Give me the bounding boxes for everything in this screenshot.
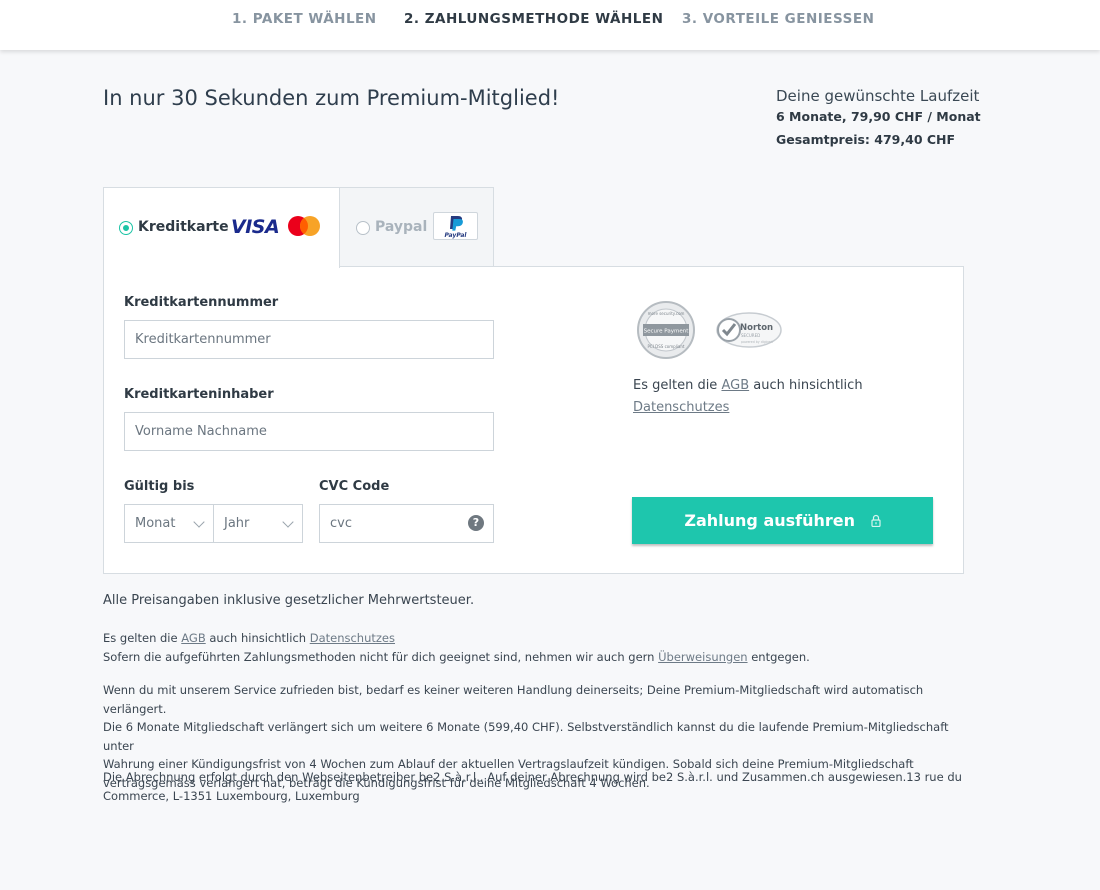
submit-payment-label: Zahlung ausführen <box>684 511 856 530</box>
valid-until-label: Gültig bis <box>124 479 195 494</box>
summary-duration: 6 Monate, 79,90 CHF / Monat <box>776 109 981 124</box>
legal-privacy-link[interactable]: Datenschutzes <box>310 631 395 645</box>
transfer-suffix: entgegen. <box>751 649 810 664</box>
expiry-month-value: Monat <box>135 516 176 531</box>
credit-card-form: Kreditkartennummer Kreditkartennummer Kr… <box>103 266 964 574</box>
paypal-logo-text: PayPal <box>445 232 468 239</box>
chevron-down-icon <box>282 516 294 528</box>
secure-payment-seal-icon: Secure Payment more security.com PCI DSS… <box>637 301 695 359</box>
secure-seal-mid: Secure Payment <box>644 329 690 335</box>
vat-note: Alle Preisangaben inklusive gesetzlicher… <box>103 593 475 608</box>
submit-payment-button[interactable]: Zahlung ausführen <box>632 497 933 544</box>
secure-seal-top: more security.com <box>648 311 685 316</box>
paypal-radio[interactable] <box>356 221 370 235</box>
billing-notice: Die Abrechnung erfolgt durch den Webseit… <box>103 768 973 805</box>
norton-by: powered by digicert <box>741 340 774 344</box>
step-choose-payment: 2. ZAHLUNGSMETHODE WÄHLEN <box>404 11 664 27</box>
norton-secured-icon: Norton SECURED powered by digicert <box>716 312 782 348</box>
paypal-logo: PayPal <box>433 212 478 240</box>
card-holder-label: Kreditkarteninhaber <box>124 387 274 402</box>
agb-notice: Es gelten die AGB auch hinsichtlich Date… <box>633 375 893 419</box>
cvc-placeholder: cvc <box>330 516 352 531</box>
expiry-year-value: Jahr <box>224 516 250 531</box>
card-number-label: Kreditkartennummer <box>124 295 279 310</box>
norton-text: Norton <box>740 323 773 333</box>
tab-credit-card[interactable]: Kreditkarte VISA <box>103 187 340 268</box>
order-summary: Deine gewünschte Laufzeit 6 Monate, 79,9… <box>776 87 1076 147</box>
chevron-down-icon <box>193 516 205 528</box>
agb-notice-prefix: Es gelten die <box>633 378 718 393</box>
billing-line-2: Commerce, L-1351 Luxembourg, Luxemburg <box>103 788 360 803</box>
card-holder-input[interactable]: Vorname Nachname <box>124 412 494 451</box>
cvc-input[interactable]: cvc ? <box>319 504 494 543</box>
legal-agb-link[interactable]: AGB <box>181 631 205 645</box>
visa-logo: VISA <box>231 216 280 238</box>
tab-credit-card-label: Kreditkarte <box>138 219 229 235</box>
tab-paypal[interactable]: Paypal PayPal <box>340 187 494 267</box>
lock-icon <box>871 514 881 527</box>
tab-paypal-label: Paypal <box>375 219 428 235</box>
checkout-steps: 1. PAKET WÄHLEN 2. ZAHLUNGSMETHODE WÄHLE… <box>0 0 1100 50</box>
legal-terms: Es gelten die AGB auch hinsichtlich Date… <box>103 629 973 666</box>
legal-prefix: Es gelten die <box>103 631 178 645</box>
agb-notice-middle: auch hinsichtlich <box>753 378 863 393</box>
billing-line-1: Die Abrechnung erfolgt durch den Webseit… <box>103 770 962 784</box>
agb-link[interactable]: AGB <box>721 378 749 393</box>
expiry-year-select[interactable]: Jahr <box>213 504 303 543</box>
credit-card-radio[interactable] <box>119 221 133 235</box>
norton-sub: SECURED <box>741 333 760 338</box>
cvc-label: CVC Code <box>319 479 390 494</box>
mastercard-logo <box>288 216 320 236</box>
trust-seals: Secure Payment more security.com PCI DSS… <box>637 301 782 359</box>
expiry-month-select[interactable]: Monat <box>124 504 214 543</box>
privacy-link[interactable]: Datenschutzes <box>633 400 729 415</box>
legal-middle: auch hinsichtlich <box>209 631 307 645</box>
summary-label: Deine gewünschte Laufzeit <box>776 87 980 105</box>
page-title: In nur 30 Sekunden zum Premium-Mitglied! <box>103 86 560 110</box>
transfer-prefix: Sofern die aufgeführten Zahlungsmethoden… <box>103 649 655 664</box>
step-choose-package[interactable]: 1. PAKET WÄHLEN <box>232 11 377 27</box>
bank-transfer-link[interactable]: Überweisungen <box>658 650 747 664</box>
renewal-line-1: Wenn du mit unserem Service zufrieden bi… <box>103 683 924 716</box>
help-icon[interactable]: ? <box>468 515 484 531</box>
secure-seal-bottom: PCI DSS compliant <box>648 344 685 349</box>
step-enjoy-benefits: 3. VORTEILE GENIESSEN <box>682 11 875 27</box>
card-number-input[interactable]: Kreditkartennummer <box>124 320 494 359</box>
summary-total: Gesamtpreis: 479,40 CHF <box>776 132 956 147</box>
renewal-line-2: Die 6 Monate Mitgliedschaft verlängert s… <box>103 720 949 753</box>
